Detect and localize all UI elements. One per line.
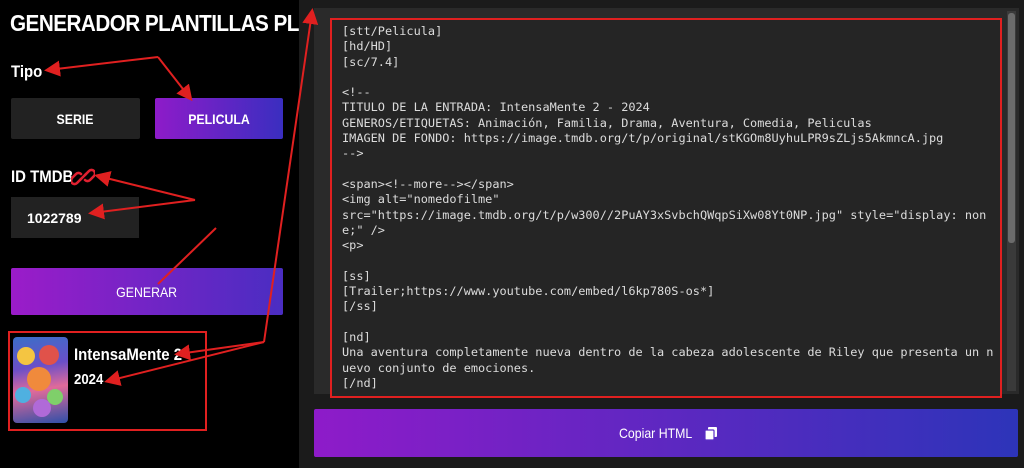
link-icon[interactable] [71, 166, 95, 188]
id-tmdb-label: ID TMDB [11, 167, 74, 186]
generar-button[interactable]: GENERAR [11, 268, 283, 315]
copy-icon [704, 426, 717, 441]
serie-button-label: SERIE [57, 110, 94, 127]
tmdb-id-input[interactable] [11, 197, 139, 238]
copy-html-label: Copiar HTML [619, 425, 693, 441]
copy-html-button[interactable]: Copiar HTML [314, 409, 1018, 457]
movie-poster [13, 337, 68, 423]
code-scrollbar[interactable] [1007, 11, 1016, 391]
result-card: IntensaMente 2 2024 [8, 331, 207, 431]
app-title: GENERADOR PLANTILLAS PLUS [10, 10, 327, 36]
movie-year: 2024 [74, 371, 104, 388]
pelicula-button-label: PELICULA [188, 110, 250, 127]
html-output-textarea[interactable]: [stt/Pelicula] [hd/HD] [sc/7.4] <!-- TIT… [330, 18, 1002, 398]
code-scroll-thumb[interactable] [1008, 13, 1015, 243]
left-panel: GENERADOR PLANTILLAS PLUS Tipo SERIE PEL… [0, 0, 327, 468]
tipo-label: Tipo [11, 62, 43, 81]
right-panel: [stt/Pelicula] [hd/HD] [sc/7.4] <!-- TIT… [299, 0, 1024, 468]
code-area: [stt/Pelicula] [hd/HD] [sc/7.4] <!-- TIT… [314, 8, 1019, 398]
generar-button-label: GENERAR [116, 283, 178, 300]
html-output-text: [stt/Pelicula] [hd/HD] [sc/7.4] <!-- TIT… [342, 24, 994, 390]
pelicula-button[interactable]: PELICULA [155, 98, 283, 139]
serie-button[interactable]: SERIE [11, 98, 140, 139]
movie-title: IntensaMente 2 [74, 345, 183, 364]
